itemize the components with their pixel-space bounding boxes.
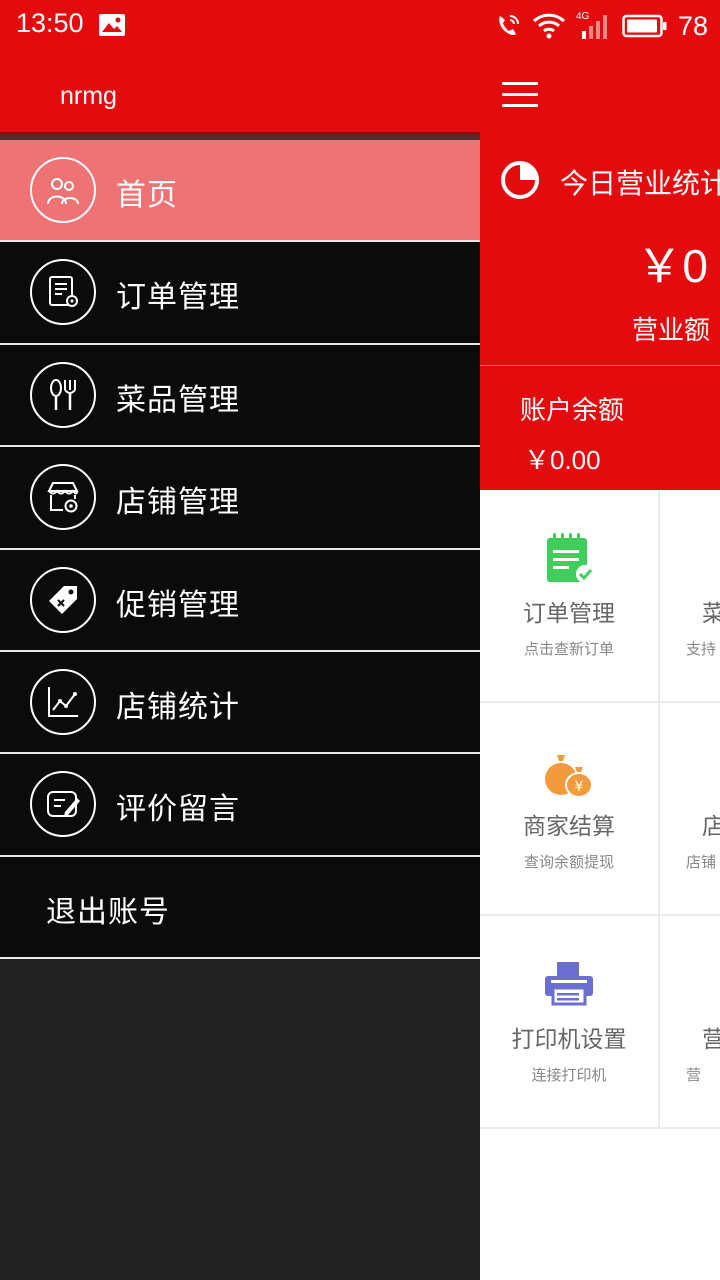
cell-subtitle: 点击查新订单 [523, 640, 614, 658]
order-settings-icon [30, 259, 96, 326]
menu-item-dish-management[interactable]: 菜品管理 [0, 344, 480, 448]
printer-icon [545, 962, 593, 1006]
menu-label: 店铺管理 [116, 485, 240, 521]
grid-cell-order-management[interactable]: 订单管理 点击查新订单 [480, 490, 660, 703]
cell-title: 店 [660, 807, 720, 841]
username: nrmg [60, 82, 117, 110]
grid-row: 打印机设置 连接打印机 营 营 [480, 916, 720, 1129]
menu-item-home[interactable]: 首页 [0, 140, 480, 243]
cell-subtitle: 店铺 [686, 853, 717, 871]
svg-text:¥: ¥ [575, 779, 584, 795]
feature-grid: 订单管理 点击查新订单 菜 支持 ¥ 商家结算 查询余额提现 [480, 490, 720, 1129]
battery-level: 78 [677, 10, 708, 41]
menu-item-order-management[interactable]: 订单管理 [0, 242, 480, 345]
cell-subtitle: 连接打印机 [531, 1066, 607, 1084]
status-bar: 13:50 4G 78 [0, 0, 720, 52]
utensils-icon [30, 361, 96, 428]
revenue-label: 营业额 [631, 316, 710, 346]
clipboard-check-icon [547, 533, 594, 583]
pie-chart-icon [501, 161, 539, 199]
grid-cell-dish-management[interactable]: 菜 支持 [660, 490, 720, 703]
cell-title: 订单管理 [523, 601, 615, 627]
grid-row: ¥ 商家结算 查询余额提现 店 店铺 [480, 703, 720, 916]
cell-title: 营 [660, 1020, 720, 1054]
main-page: 今日营业统计 ￥0 营业额 账户余额 ￥0.00 订单管理 点击查新订单 支持 … [480, 52, 720, 1280]
store-settings-icon [30, 464, 96, 531]
menu-label: 退出账号 [46, 894, 170, 930]
line-chart-icon [30, 668, 96, 735]
edit-message-icon [30, 771, 96, 838]
menu-item-logout[interactable]: 退出账号 [0, 856, 480, 960]
menu-item-store-statistics[interactable]: 店铺统计 [0, 651, 480, 755]
today-stats-title: 今日营业统计 [560, 167, 720, 200]
menu-item-reviews[interactable]: 评价留言 [0, 754, 480, 857]
status-time: 13:50 [16, 8, 84, 38]
drawer-header: nrmg [0, 52, 480, 140]
menu-label: 店铺统计 [116, 689, 240, 725]
cell-title: 商家结算 [523, 814, 615, 840]
battery-icon [622, 14, 667, 38]
cell-title: 打印机设置 [511, 1027, 627, 1053]
wifi-icon [532, 13, 565, 39]
menu-label: 促销管理 [116, 587, 240, 623]
grid-cell-merchant-settlement[interactable]: ¥ 商家结算 查询余额提现 [480, 703, 660, 916]
menu-icon[interactable] [502, 82, 538, 108]
cell-title: 菜 [660, 594, 720, 628]
revenue-value: ￥0 [636, 240, 708, 292]
grid-cell-printer-settings[interactable]: 打印机设置 连接打印机 [480, 916, 660, 1129]
menu-label: 菜品管理 [116, 382, 240, 418]
cell-subtitle: 查询余额提现 [523, 853, 614, 871]
cell-subtitle: 营 [686, 1066, 702, 1084]
tag-icon [30, 566, 96, 633]
menu-item-promotion-management[interactable]: 促销管理 [0, 549, 480, 652]
grid-cell-business-stats[interactable]: 营 营 [660, 916, 720, 1129]
money-bag-icon: ¥ [545, 755, 593, 798]
cell-subtitle: 支持 [686, 640, 717, 658]
image-icon [99, 14, 125, 36]
grid-cell-store-management[interactable]: 店 店铺 [660, 703, 720, 916]
balance-label[interactable]: 账户余额 [520, 390, 624, 427]
call-icon [499, 15, 519, 36]
menu-label: 订单管理 [116, 280, 240, 316]
menu-label: 评价留言 [116, 792, 240, 828]
menu-label: 首页 [116, 178, 178, 213]
grid-row: 订单管理 点击查新订单 菜 支持 [480, 490, 720, 703]
navigation-drawer: nrmg 首页 订单管理 菜品管理 店铺管理 促销管理 店铺统计 评价留言 退出… [0, 52, 480, 1280]
signal-icon: 4G [576, 11, 612, 41]
menu-item-store-management[interactable]: 店铺管理 [0, 447, 480, 550]
drawer-menu: 首页 订单管理 菜品管理 店铺管理 促销管理 店铺统计 评价留言 退出账号 [0, 140, 480, 960]
balance-value: ￥0.00 [524, 445, 601, 475]
header-divider [480, 365, 720, 366]
users-icon [30, 157, 96, 223]
main-header: 今日营业统计 ￥0 营业额 账户余额 ￥0.00 [480, 52, 720, 490]
